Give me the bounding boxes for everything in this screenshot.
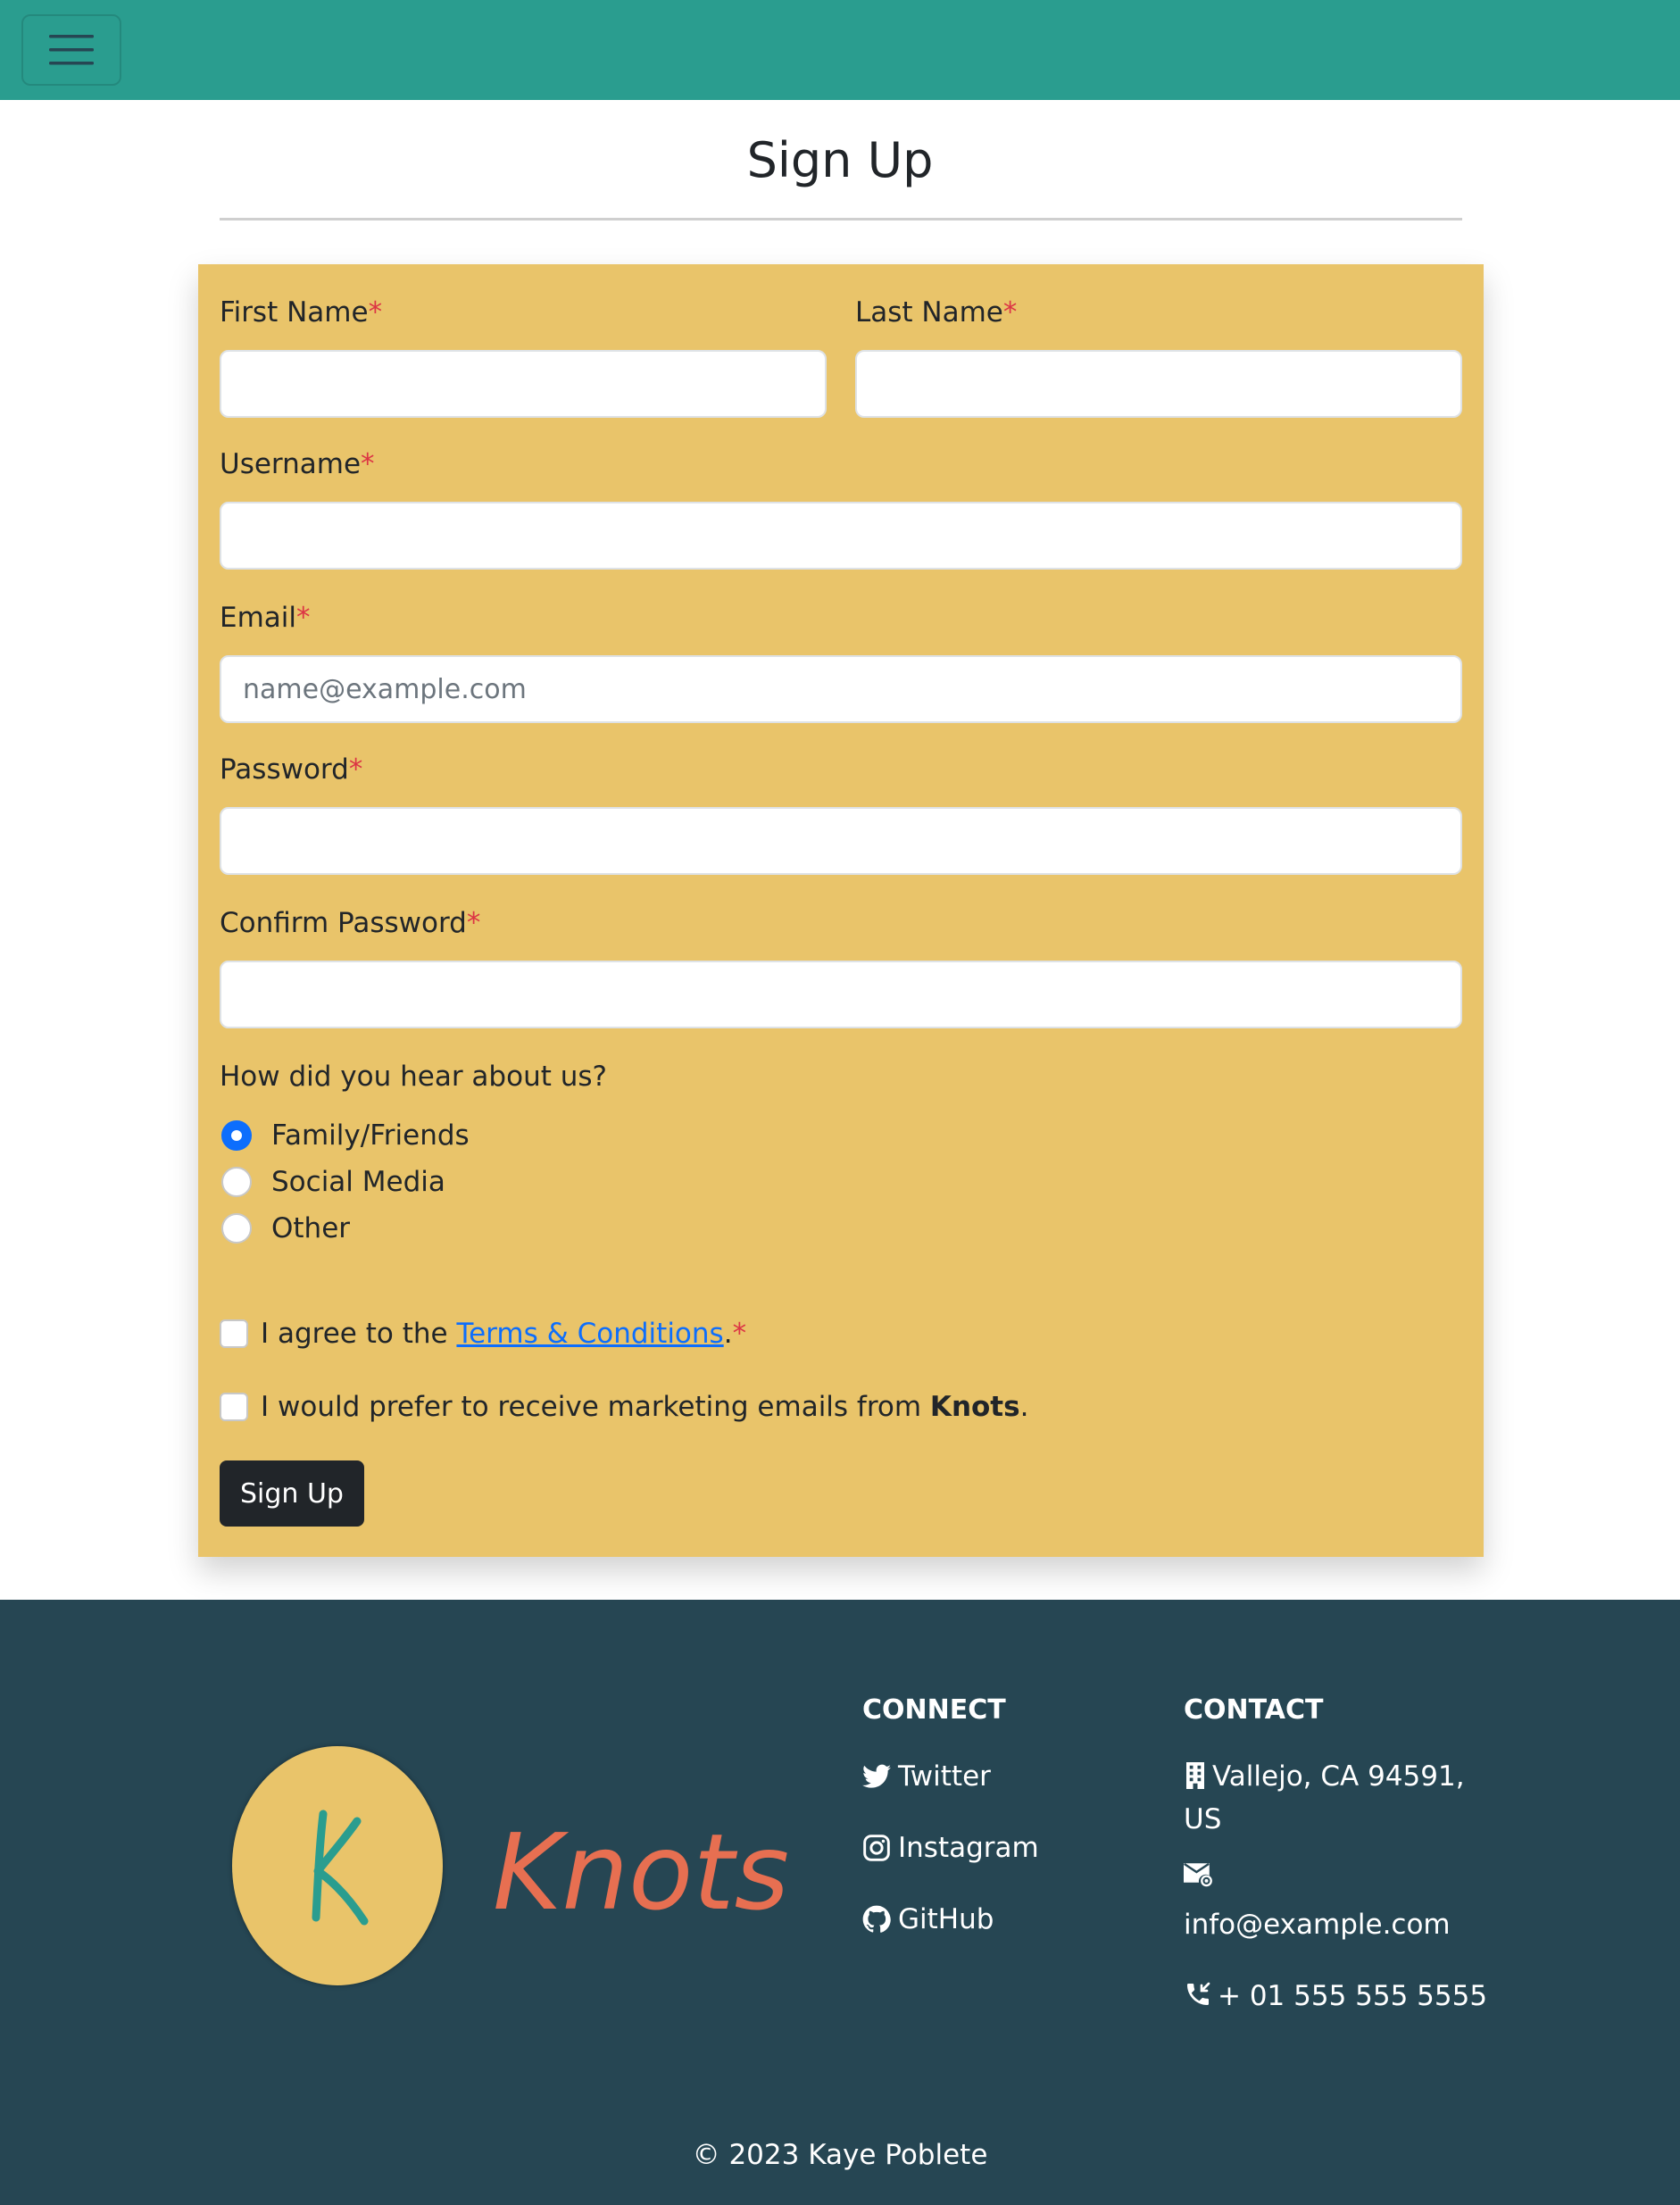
svg-text:Knots: Knots xyxy=(493,1810,789,1934)
sign-up-button[interactable]: Sign Up xyxy=(220,1460,364,1527)
navbar-toggle-button[interactable] xyxy=(21,14,121,86)
copyright: © 2023 Kaye Poblete xyxy=(692,2139,988,2171)
instagram-label: Instagram xyxy=(898,1832,1039,1864)
envelope-at-icon xyxy=(1184,1862,1212,1887)
confirm-password-input[interactable] xyxy=(220,961,1462,1028)
brand-name: Knots xyxy=(929,1391,1020,1423)
radio-option-family-friends[interactable]: Family/Friends xyxy=(221,1116,470,1155)
logo-k-letter xyxy=(312,1810,369,1926)
phone-incoming-icon xyxy=(1187,1982,1210,2005)
required-marker: * xyxy=(361,448,375,480)
twitter-label: Twitter xyxy=(898,1760,991,1793)
knots-logo[interactable]: Knots xyxy=(230,1746,811,1996)
address-line-2: US xyxy=(1184,1803,1222,1835)
page-title: Sign Up xyxy=(746,132,934,188)
radio-label: Social Media xyxy=(271,1166,445,1198)
instagram-icon xyxy=(863,1835,890,1861)
terms-text: I agree to the Terms & Conditions.* xyxy=(261,1318,747,1350)
hamburger-icon xyxy=(49,35,94,65)
last-name-label: Last Name* xyxy=(855,296,1018,329)
required-marker: * xyxy=(348,753,363,786)
contact-email[interactable]: info@example.com xyxy=(1184,1903,1451,1946)
radio-label: Other xyxy=(271,1212,351,1244)
required-marker: * xyxy=(368,296,383,329)
radio-button[interactable] xyxy=(221,1213,252,1244)
radio-button[interactable] xyxy=(221,1167,252,1197)
required-marker: * xyxy=(466,907,481,939)
building-icon xyxy=(1186,1762,1204,1789)
address-line-1: Vallejo, CA 94591, xyxy=(1212,1760,1465,1793)
footer: Knots CONNECT Twitter Instagram GitHub C… xyxy=(0,1600,1680,2205)
marketing-checkbox-row: I would prefer to receive marketing emai… xyxy=(220,1387,1028,1427)
marketing-checkbox[interactable] xyxy=(220,1393,248,1421)
instagram-link[interactable]: Instagram xyxy=(862,1828,1039,1868)
password-label: Password* xyxy=(220,753,363,786)
radio-option-other[interactable]: Other xyxy=(221,1209,350,1248)
signup-form: First Name* Last Name* Username* Email* … xyxy=(198,264,1484,1557)
connect-heading: CONNECT xyxy=(862,1694,1006,1726)
twitter-link[interactable]: Twitter xyxy=(862,1757,991,1796)
title-divider xyxy=(220,218,1462,220)
required-marker: * xyxy=(732,1318,747,1350)
username-label: Username* xyxy=(220,448,375,480)
phone-number: + 01 555 555 5555 xyxy=(1218,1980,1488,2012)
github-link[interactable]: GitHub xyxy=(862,1900,994,1939)
confirm-password-label: Confirm Password* xyxy=(220,907,481,939)
required-marker: * xyxy=(296,602,311,634)
username-input[interactable] xyxy=(220,502,1462,570)
radio-option-social-media[interactable]: Social Media xyxy=(221,1162,445,1202)
navbar xyxy=(0,0,1680,100)
twitter-icon xyxy=(862,1764,891,1788)
terms-checkbox-row: I agree to the Terms & Conditions.* xyxy=(220,1314,746,1353)
email-icon-row xyxy=(1184,1860,1219,1888)
last-name-input[interactable] xyxy=(855,350,1462,418)
contact-address: Vallejo, CA 94591, xyxy=(1184,1755,1465,1798)
radio-label: Family/Friends xyxy=(271,1119,470,1152)
hear-about-question: How did you hear about us? xyxy=(220,1061,607,1093)
required-marker: * xyxy=(1002,296,1018,329)
email-input[interactable] xyxy=(220,655,1462,723)
github-icon xyxy=(862,1905,891,1933)
marketing-text: I would prefer to receive marketing emai… xyxy=(261,1391,1029,1423)
terms-link[interactable]: Terms & Conditions xyxy=(456,1318,723,1350)
terms-checkbox[interactable] xyxy=(220,1319,248,1348)
logo-wordmark: Knots xyxy=(493,1810,789,1934)
first-name-input[interactable] xyxy=(220,350,827,418)
first-name-label: First Name* xyxy=(220,296,383,329)
radio-button[interactable] xyxy=(221,1120,252,1151)
password-input[interactable] xyxy=(220,807,1462,875)
contact-phone[interactable]: + 01 555 555 5555 xyxy=(1184,1975,1487,2018)
github-label: GitHub xyxy=(898,1903,994,1935)
contact-heading: CONTACT xyxy=(1184,1694,1324,1726)
email-label: Email* xyxy=(220,602,311,634)
